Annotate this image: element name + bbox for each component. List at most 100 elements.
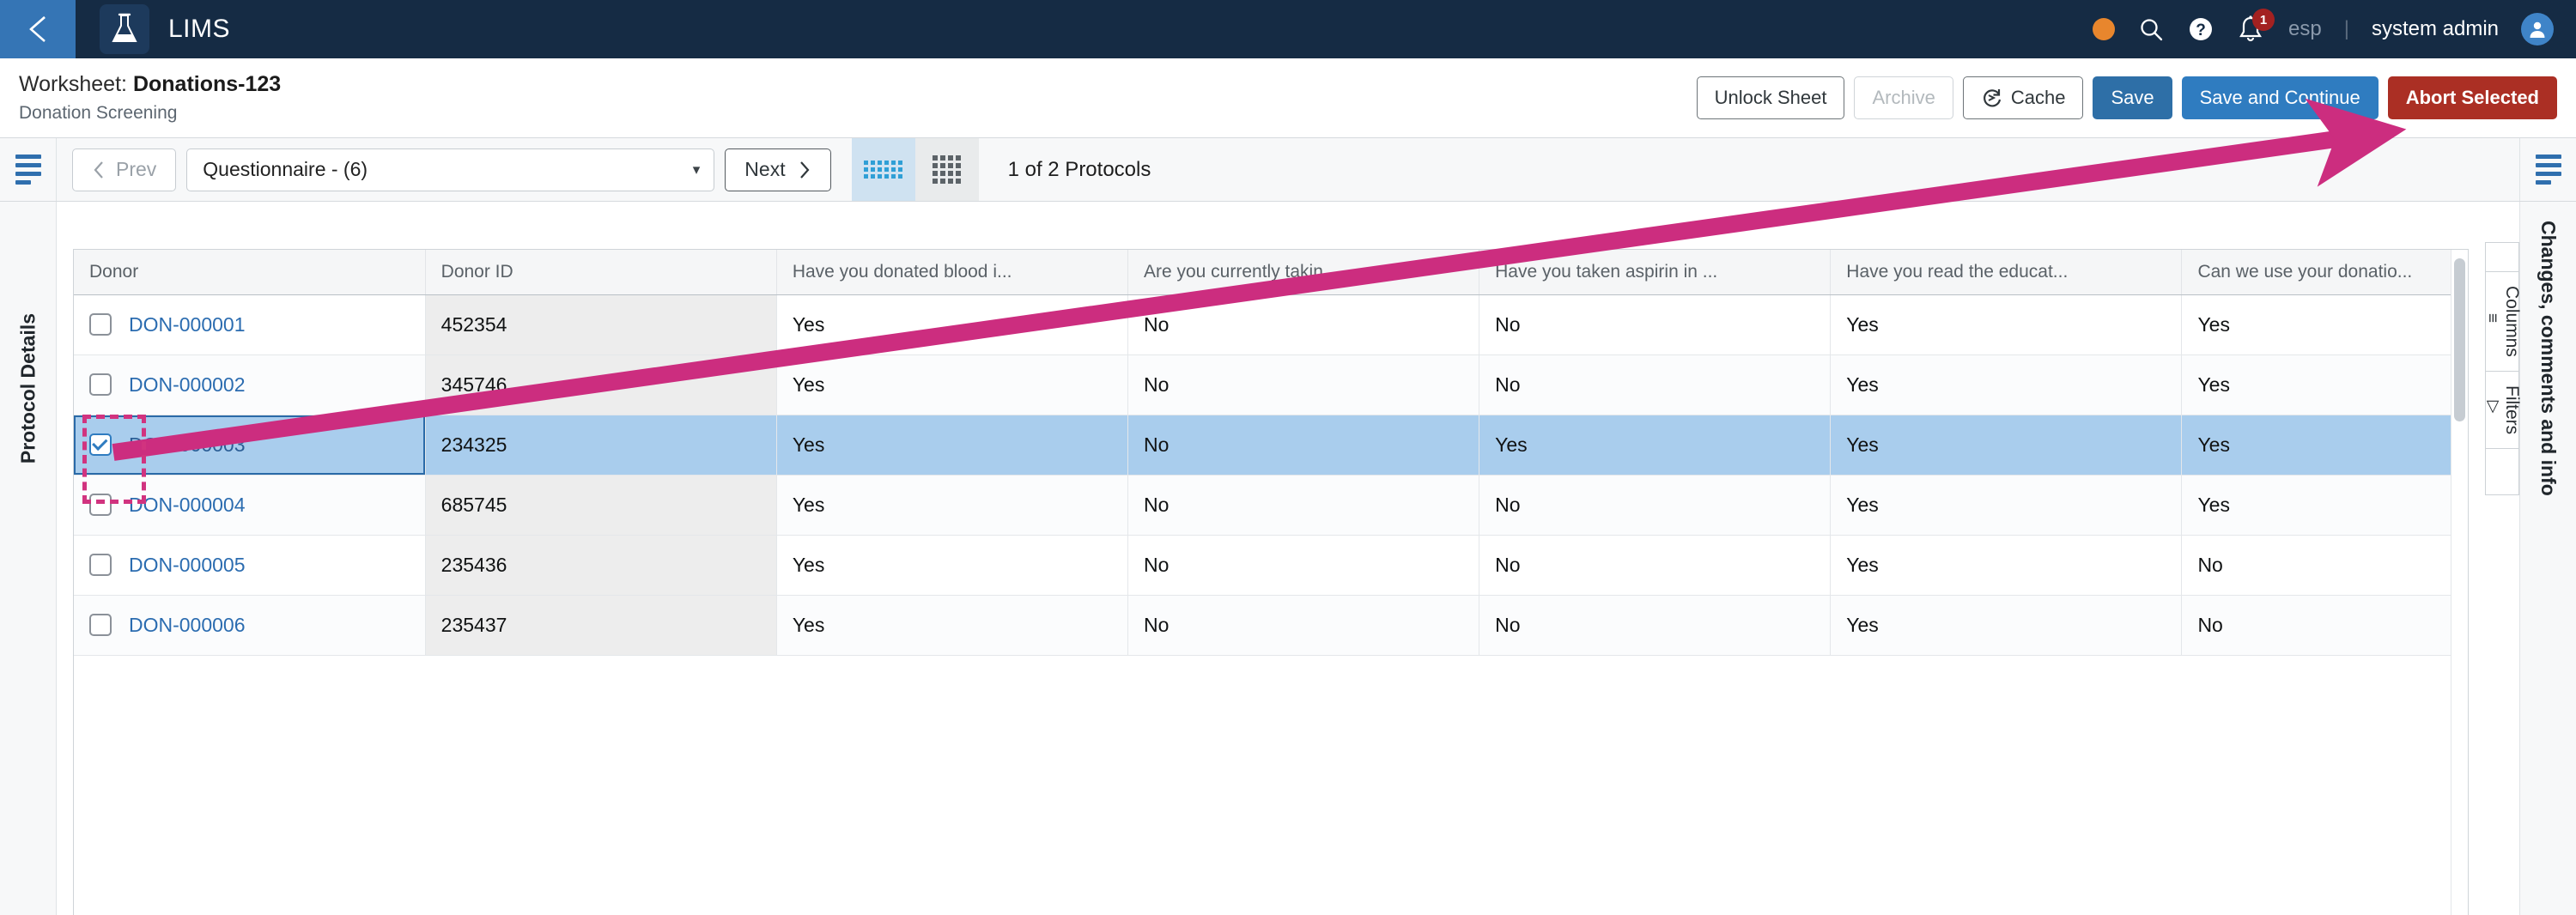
toggle-protocol-details-button[interactable]: [0, 138, 57, 201]
column-header-donor[interactable]: Donor: [74, 250, 426, 295]
view-mode-toggle: [851, 138, 979, 201]
back-button[interactable]: [0, 0, 76, 58]
donor-link[interactable]: DON-000002: [129, 373, 246, 397]
answer-cell: No: [1127, 595, 1480, 656]
donor-id-cell: 235437: [425, 595, 777, 656]
row-checkbox[interactable]: [89, 614, 112, 636]
notifications-button[interactable]: 1: [2237, 9, 2275, 44]
worksheet-subtitle: Donation Screening: [19, 103, 178, 123]
table-row[interactable]: DON-000004 685745 Yes No No Yes Yes: [74, 475, 2468, 536]
row-checkbox[interactable]: [89, 494, 112, 516]
columns-icon: ≡: [2483, 312, 2501, 323]
donor-cell[interactable]: DON-000003: [74, 415, 426, 476]
top-navigation-bar: LIMS ? 1 esp | system admin: [0, 0, 2576, 58]
abort-selected-button[interactable]: Abort Selected: [2387, 76, 2557, 119]
donor-cell[interactable]: DON-000002: [74, 354, 426, 415]
donor-cell[interactable]: DON-000001: [74, 294, 426, 355]
donor-link[interactable]: DON-000005: [129, 554, 246, 577]
help-circle-icon[interactable]: ?: [2187, 15, 2215, 43]
column-header-question-4[interactable]: Have you read the educat...: [1830, 250, 2183, 295]
answer-cell: No: [1127, 415, 1480, 476]
view-compact-button[interactable]: [851, 138, 915, 201]
next-protocol-button[interactable]: Next: [725, 148, 831, 191]
worksheet-title-name: Donations-123: [132, 72, 282, 96]
view-grid-button[interactable]: [914, 138, 979, 201]
donor-link[interactable]: DON-000003: [129, 433, 246, 457]
donor-id-cell: 235436: [425, 535, 777, 596]
answer-cell: No: [1127, 475, 1480, 536]
donor-link[interactable]: DON-000004: [129, 494, 246, 517]
donor-cell[interactable]: DON-000005: [74, 535, 426, 596]
column-header-question-5[interactable]: Can we use your donatio...: [2181, 250, 2468, 295]
answer-cell: Yes: [2181, 354, 2468, 415]
column-header-question-3[interactable]: Have you taken aspirin in ...: [1479, 250, 1832, 295]
app-logo: [100, 4, 149, 54]
table-row[interactable]: DON-000003 234325 Yes No Yes Yes Yes: [74, 415, 2468, 476]
save-and-continue-button[interactable]: Save and Continue: [2181, 76, 2379, 119]
answer-cell: Yes: [1830, 475, 2183, 536]
table-row[interactable]: DON-000001 452354 Yes No No Yes Yes: [74, 294, 2468, 355]
column-header-question-2[interactable]: Are you currently takin...: [1127, 250, 1480, 295]
unlock-sheet-button[interactable]: Unlock Sheet: [1696, 76, 1845, 119]
hamburger-menu-icon: [2535, 155, 2561, 185]
row-checkbox[interactable]: [89, 313, 112, 336]
page-title: Worksheet: Donations-123: [19, 72, 281, 97]
scrollbar-thumb[interactable]: [2454, 258, 2465, 421]
answer-cell: Yes: [1830, 595, 2183, 656]
chevron-left-icon: [29, 16, 46, 42]
answer-cell: Yes: [776, 475, 1128, 536]
donor-link[interactable]: DON-000006: [129, 614, 246, 637]
filter-icon: ▽: [2483, 397, 2501, 416]
answer-cell: Yes: [776, 415, 1128, 476]
row-checkbox[interactable]: [89, 373, 112, 396]
tab-columns-label: Columns: [2502, 286, 2522, 357]
table-row[interactable]: DON-000006 235437 Yes No No Yes No: [74, 595, 2468, 656]
answer-cell: Yes: [1830, 415, 2183, 476]
tab-filters[interactable]: ▽ Filters: [2483, 371, 2522, 450]
vtab-spacer-bottom: [2485, 449, 2519, 496]
column-header-donor-id[interactable]: Donor ID: [425, 250, 777, 295]
prev-protocol-button[interactable]: Prev: [72, 148, 177, 191]
tab-filters-label: Filters: [2502, 385, 2522, 435]
flask-icon: [112, 13, 137, 42]
column-header-question-1[interactable]: Have you donated blood i...: [776, 250, 1128, 295]
table-row[interactable]: DON-000005 235436 Yes No No Yes No: [74, 535, 2468, 596]
changes-comments-rail[interactable]: Changes, comments and info: [2519, 202, 2576, 915]
notification-badge: 1: [2252, 9, 2275, 31]
worksheet-table-container: Donor Donor ID Have you donated blood i.…: [73, 249, 2469, 915]
answer-cell: No: [1127, 535, 1480, 596]
answer-cell: Yes: [2181, 475, 2468, 536]
cache-button[interactable]: Cache: [1962, 76, 2084, 119]
save-button[interactable]: Save: [2093, 76, 2172, 119]
donor-id-cell: 345746: [425, 354, 777, 415]
topbar-right-cluster: ? 1 esp | system admin: [2093, 0, 2576, 58]
answer-cell: Yes: [776, 535, 1128, 596]
row-checkbox[interactable]: [89, 554, 112, 576]
locale-label[interactable]: esp: [2288, 17, 2322, 41]
donor-link[interactable]: DON-000001: [129, 313, 246, 336]
answer-cell: Yes: [2181, 294, 2468, 355]
search-icon[interactable]: [2137, 15, 2165, 43]
donor-cell[interactable]: DON-000006: [74, 595, 426, 656]
chevron-down-icon: ▾: [692, 161, 701, 178]
table-head: Donor Donor ID Have you donated blood i.…: [74, 250, 2468, 295]
changes-comments-label: Changes, comments and info: [2537, 221, 2560, 496]
donor-cell[interactable]: DON-000004: [74, 475, 426, 536]
toggle-changes-panel-button[interactable]: [2519, 138, 2576, 201]
table-vertical-scrollbar[interactable]: [2451, 250, 2468, 915]
archive-button: Archive: [1854, 76, 1953, 119]
protocol-select[interactable]: Questionnaire - (6) ▾: [186, 148, 715, 191]
tab-columns[interactable]: ≡ Columns: [2483, 271, 2522, 372]
row-checkbox[interactable]: [89, 433, 112, 456]
worksheet-header: Worksheet: Donations-123 Donation Screen…: [0, 58, 2576, 138]
answer-cell: No: [1479, 535, 1832, 596]
protocol-details-rail[interactable]: Protocol Details: [0, 202, 57, 915]
answer-cell: Yes: [1830, 535, 2183, 596]
chevron-right-icon: [799, 161, 810, 179]
user-name-label[interactable]: system admin: [2372, 17, 2499, 41]
table-header-row: Donor Donor ID Have you donated blood i.…: [74, 250, 2468, 295]
answer-cell: No: [1479, 294, 1832, 355]
answer-cell: Yes: [1830, 354, 2183, 415]
table-row[interactable]: DON-000002 345746 Yes No No Yes Yes: [74, 354, 2468, 415]
avatar[interactable]: [2521, 13, 2554, 45]
